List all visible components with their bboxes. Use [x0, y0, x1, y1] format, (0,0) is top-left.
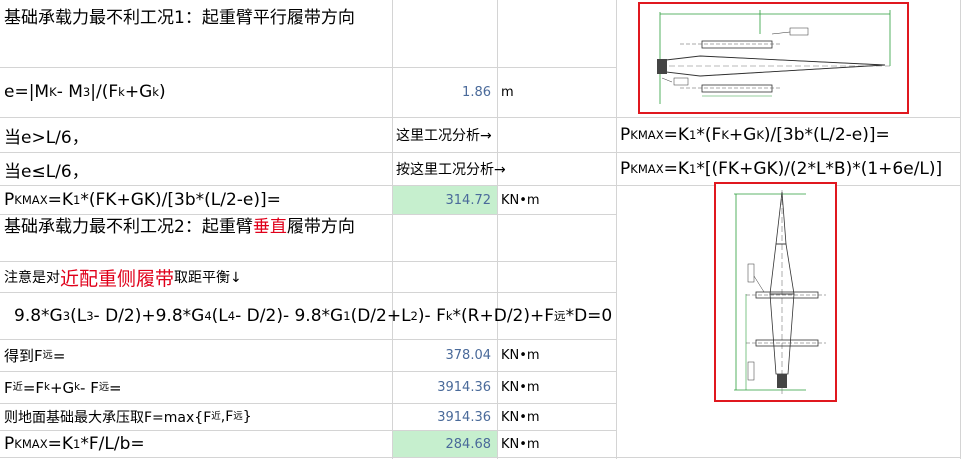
case1-title[interactable]: 基础承载力最不利工况1：起重臂平行履带方向	[4, 6, 390, 64]
pkmax-formula-case2[interactable]: P KMAX =K 1 *F/L/b=	[4, 431, 145, 457]
case2-title-part1: 基础承载力最不利工况2：起重臂	[4, 217, 253, 237]
pkmax-formula-e-less[interactable]: P KMAX =K 1 *[(FK+GK)/(2*L*B)*(1+6e/L)]	[620, 153, 942, 185]
row-divider	[392, 67, 616, 68]
column-divider	[497, 0, 498, 459]
row-divider	[0, 214, 616, 215]
max-force-value[interactable]: 3914.36	[392, 404, 497, 430]
pkmax-formula-e-greater[interactable]: P KMAX =K 1 *(F K +G K)/[3b*(L/2-e)]=	[620, 118, 890, 152]
near-force-value[interactable]: 3914.36	[392, 372, 497, 403]
far-force-label[interactable]: 得到F 远 =	[4, 340, 65, 371]
case-e-greater[interactable]: 当e>L/6，	[4, 118, 89, 152]
case-e-less[interactable]: 当e≤L/6，	[4, 153, 89, 185]
case-e-greater-note[interactable]: 这里工况分析→	[396, 118, 492, 152]
pkmax-case2-unit: KN•m	[501, 436, 540, 452]
moment-balance-equation[interactable]: 9.8*G 3 (L 3- D/2)+9.8*G 4 (L 4- D/2)- 9.8*G 1(…	[14, 293, 612, 339]
eccentricity-unit: m	[501, 84, 514, 100]
eccentricity-formula-text: e=|M	[4, 82, 50, 102]
far-force-unit: KN•m	[501, 348, 540, 363]
balance-note-emphasis: 近配重侧履带	[60, 267, 175, 290]
row-divider	[0, 457, 960, 458]
row-divider	[0, 67, 392, 68]
case2-title-part2: 履带方向	[286, 217, 355, 237]
balance-note[interactable]: 注意是对 近配重侧履带 取距平衡↓	[4, 262, 242, 292]
near-force-formula[interactable]: F 近 =F k +G k - F 远 =	[4, 372, 122, 403]
pkmax-case1-unit: KN•m	[501, 192, 540, 208]
far-force-label-text: 得到F	[4, 347, 43, 365]
crane-perpendicular-drawing	[734, 190, 826, 394]
crane-plan-perpendicular-figure[interactable]	[714, 182, 837, 402]
pkmax-case2-value[interactable]: 284.68	[393, 431, 497, 457]
eccentricity-value[interactable]: 1.86	[392, 70, 497, 114]
max-force-formula[interactable]: 则地面基础最大承压取F=max{F 近 ,F 远}	[4, 404, 252, 430]
pkmax-formula-case1[interactable]: P KMAX =K 1 *(FK+GK)/[3b*(L/2-e)]=	[4, 186, 281, 214]
far-force-value[interactable]: 378.04	[392, 340, 497, 371]
case2-title-emphasis: 垂直	[252, 217, 287, 237]
column-divider	[616, 0, 617, 459]
max-force-unit: KN•m	[501, 409, 540, 425]
balance-note-suffix: 取距平衡↓	[174, 270, 242, 286]
case2-title[interactable]: 基础承载力最不利工况2：起重臂垂直履带方向	[4, 216, 390, 262]
crane-plan-parallel-figure[interactable]	[638, 2, 909, 114]
column-divider	[960, 0, 961, 459]
eccentricity-formula[interactable]: e=|M K - M 3 |/(F k +G k)	[4, 70, 166, 114]
crane-parallel-drawing	[657, 10, 891, 104]
pkmax-case1-value[interactable]: 314.72	[393, 186, 497, 214]
balance-note-prefix: 注意是对	[4, 270, 60, 286]
near-force-unit: KN•m	[501, 380, 540, 395]
case-e-less-note[interactable]: 按这里工况分析→	[396, 153, 506, 185]
